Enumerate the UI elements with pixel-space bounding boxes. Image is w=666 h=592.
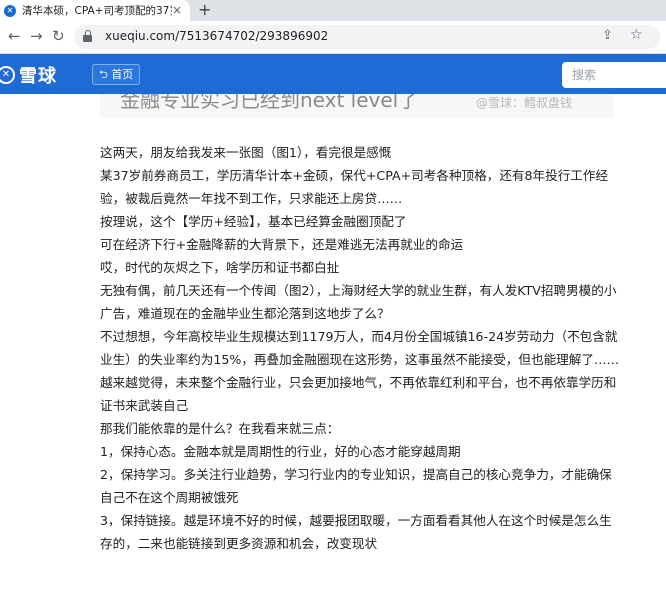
article-paragraph: 2，保持学习。多关注行业趋势，学习行业内的专业知识，提高自己的核心竞争力，才能确… bbox=[100, 467, 612, 505]
search-input[interactable] bbox=[562, 62, 666, 88]
home-button[interactable]: ⮌ 首页 bbox=[92, 64, 141, 85]
browser-tab-strip: ✕ 清华本硕，CPA+司考顶配的37岁 × + bbox=[0, 0, 666, 21]
xueqiu-favicon-icon: ✕ bbox=[4, 4, 16, 17]
site-header: ✕ 雪球 ⮌ 首页 bbox=[0, 54, 666, 94]
article-paragraph: 3，保持链接。越是环境不好的时候，越要报团取暖，一方面看看其他人在这个时候是怎么… bbox=[100, 513, 612, 551]
reload-icon[interactable]: ↻ bbox=[52, 27, 65, 45]
article-image-banner: 金融专业实习已经到next level了 @雪球：鳕叔盘钱 bbox=[100, 94, 614, 118]
lock-icon[interactable] bbox=[83, 30, 92, 42]
close-tab-icon[interactable]: × bbox=[172, 3, 182, 17]
back-arrow-icon[interactable]: ← bbox=[8, 27, 21, 45]
article-paragraph: 越来越觉得，未来整个金融行业，只会更加接地气，不再依靠红利和平台，也不再依靠学历… bbox=[100, 375, 617, 413]
omnibox[interactable]: xueqiu.com/7513674702/293896902 ⇪ ☆ bbox=[74, 25, 660, 49]
address-bar-row: ← → ↻ xueqiu.com/7513674702/293896902 ⇪ … bbox=[0, 21, 666, 54]
tab-title: 清华本硕，CPA+司考顶配的37岁 bbox=[22, 5, 172, 17]
bookmark-star-icon[interactable]: ☆ bbox=[630, 27, 643, 43]
article-paragraph: 1，保持心态。金融本就是周期性的行业，好的心态才能穿越周期 bbox=[100, 444, 461, 459]
xueqiu-logo[interactable]: ✕ 雪球 bbox=[0, 62, 57, 88]
article-body: 这两天，朋友给我发来一张图（图1），看完很是感慨 某37岁前券商员工，学历清华计… bbox=[100, 141, 620, 555]
article-paragraph: 哎，时代的灰烬之下，啥学历和证书都白扯 bbox=[100, 260, 340, 275]
logo-text: 雪球 bbox=[19, 66, 57, 87]
url-text[interactable]: xueqiu.com/7513674702/293896902 bbox=[105, 29, 328, 43]
logo-mark-icon: ✕ bbox=[0, 66, 15, 84]
article-paragraph: 按理说，这个【学历+经验】，基本已经算金融圈顶配了 bbox=[100, 214, 407, 229]
banner-watermark: @雪球：鳕叔盘钱 bbox=[476, 96, 573, 110]
forward-arrow-icon[interactable]: → bbox=[30, 27, 43, 45]
article-paragraph: 无独有偶，前几天还有一个传闻（图2），上海财经大学的就业生群，有人发KTV招聘男… bbox=[100, 283, 617, 321]
article-paragraph: 这两天，朋友给我发来一张图（图1），看完很是感慨 bbox=[100, 145, 392, 160]
article-paragraph: 某37岁前券商员工，学历清华计本+金硕，保代+CPA+司考各种顶格，还有8年投行… bbox=[100, 168, 609, 206]
new-tab-button[interactable]: + bbox=[198, 0, 211, 20]
banner-title: 金融专业实习已经到next level了 bbox=[120, 94, 419, 112]
browser-tab[interactable]: ✕ 清华本硕，CPA+司考顶配的37岁 × bbox=[0, 0, 190, 21]
article-paragraph: 不过想想，今年高校毕业生规模达到1179万人，而4月份全国城镇16-24岁劳动力… bbox=[100, 329, 620, 367]
share-icon[interactable]: ⇪ bbox=[602, 28, 613, 43]
article-paragraph: 可在经济下行+金融降薪的大背景下，还是难逃无法再就业的命运 bbox=[100, 237, 464, 252]
article-paragraph: 那我们能依靠的是什么？在我看来就三点： bbox=[100, 421, 340, 436]
